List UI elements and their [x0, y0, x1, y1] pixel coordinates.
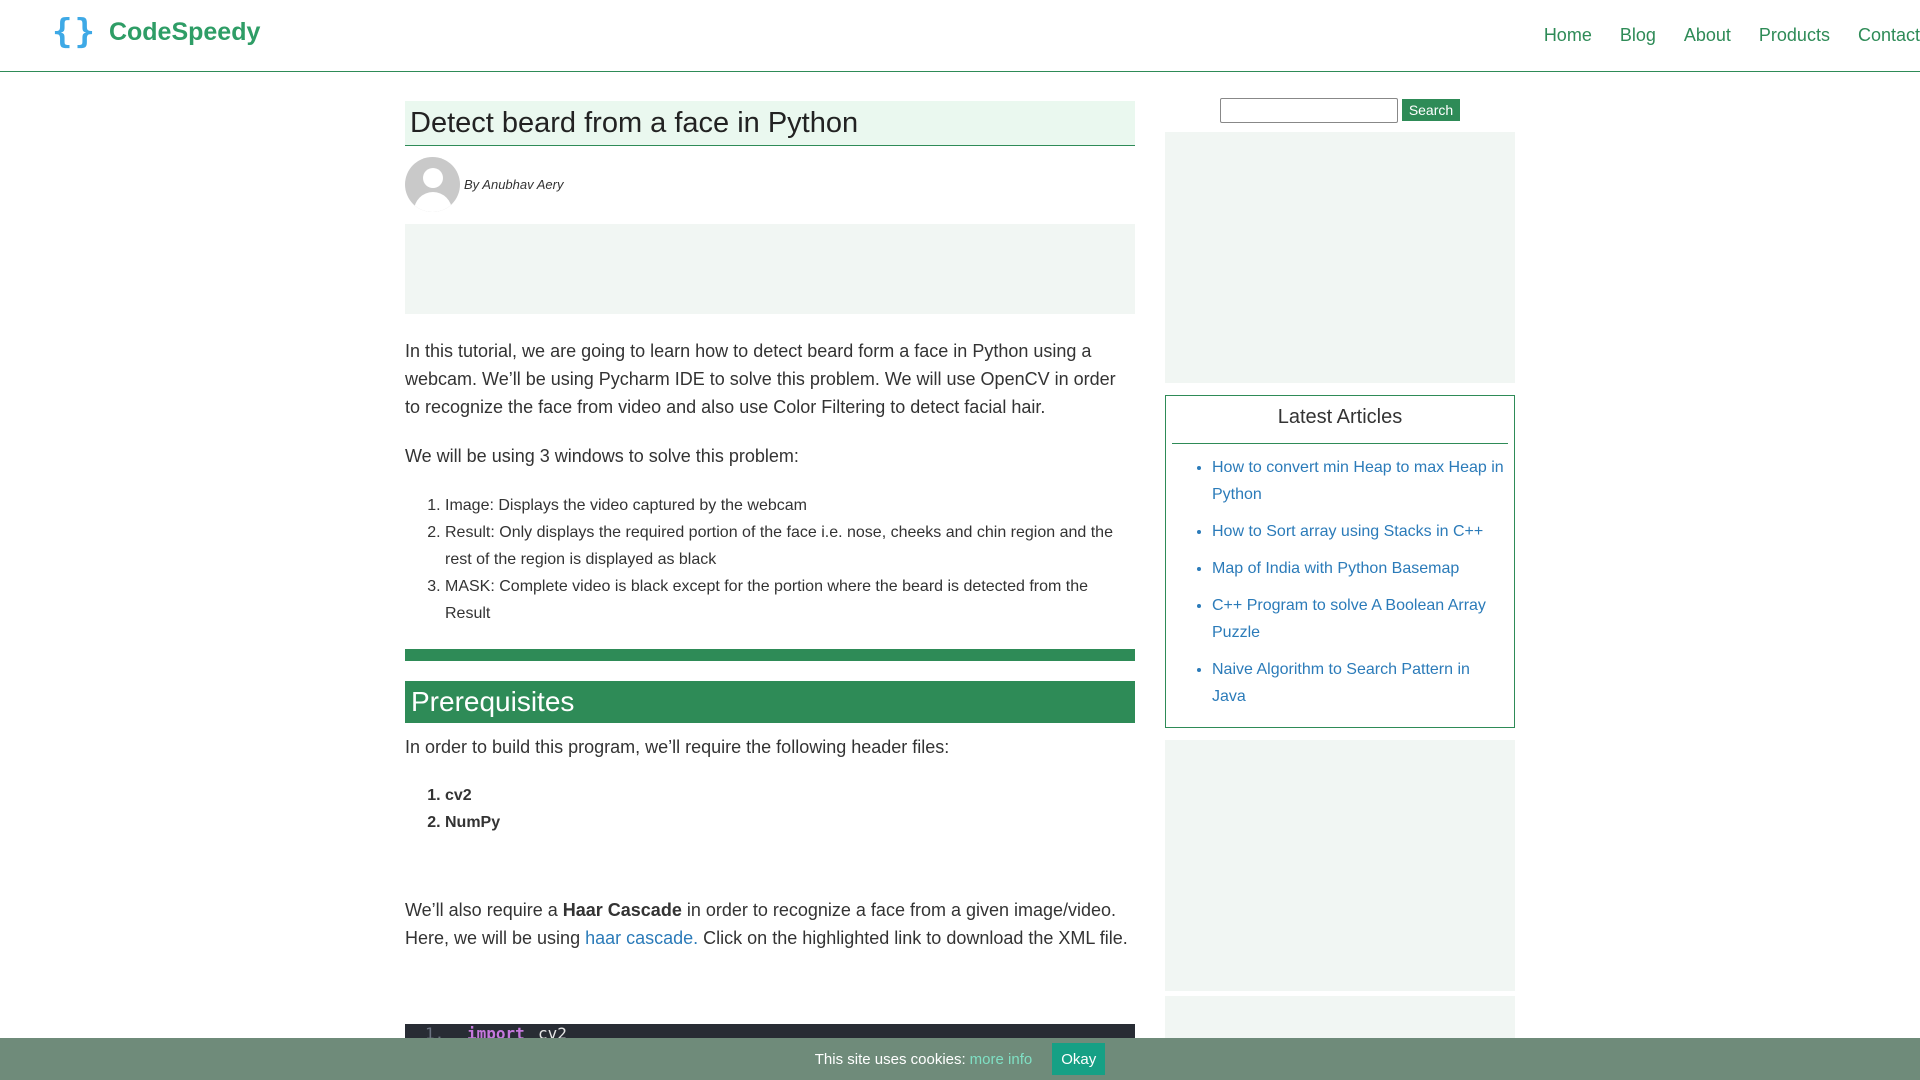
- article-link[interactable]: How to convert min Heap to max Heap in P…: [1212, 459, 1504, 503]
- nav-blog-link[interactable]: Blog: [1620, 25, 1656, 46]
- list-item: Map of India with Python Basemap: [1212, 555, 1508, 582]
- prerequisites-heading: Prerequisites: [405, 681, 1135, 723]
- site-header: {} CodeSpeedy Home Blog About Products C…: [0, 0, 1920, 72]
- haar-text-post: Click on the highlighted link to downloa…: [698, 928, 1128, 948]
- windows-list: Image: Displays the video captured by th…: [405, 492, 1135, 627]
- nav-products-link[interactable]: Products: [1759, 25, 1830, 46]
- nav-home-link[interactable]: Home: [1544, 25, 1592, 46]
- list-item: Result: Only displays the required porti…: [445, 519, 1135, 573]
- article-link[interactable]: Naive Algorithm to Search Pattern in Jav…: [1212, 661, 1470, 705]
- haar-paragraph: We’ll also require a Haar Cascade in ord…: [405, 896, 1135, 952]
- author-byline: By Anubhav Aery: [405, 156, 1135, 212]
- avatar-body-shape: [413, 191, 452, 212]
- haar-bold-text: Haar Cascade: [562, 900, 682, 920]
- avatar-head-shape: [422, 167, 443, 188]
- nav-about-link[interactable]: About: [1684, 25, 1731, 46]
- cookie-banner: This site uses cookies: more info Okay: [0, 1038, 1920, 1080]
- search-input[interactable]: [1219, 98, 1398, 123]
- avatar: [405, 156, 460, 212]
- list-item: MASK: Complete video is black except for…: [445, 573, 1135, 627]
- cookie-okay-button[interactable]: Okay: [1052, 1043, 1106, 1075]
- latest-articles-title: Latest Articles: [1172, 396, 1508, 444]
- article: Detect beard from a face in Python By An…: [405, 101, 1135, 1044]
- article-link[interactable]: C++ Program to solve A Boolean Array Puz…: [1212, 597, 1486, 641]
- page-title: Detect beard from a face in Python: [405, 101, 1135, 146]
- list-item: How to Sort array using Stacks in C++: [1212, 518, 1508, 545]
- logo-text: CodeSpeedy: [108, 17, 261, 46]
- intro-paragraph: In this tutorial, we are going to learn …: [405, 341, 1116, 417]
- author-name: By Anubhav Aery: [464, 176, 564, 192]
- site-logo[interactable]: {} CodeSpeedy: [52, 12, 260, 52]
- haar-text-pre: We’ll also require a: [405, 900, 563, 920]
- section-divider: [405, 649, 1135, 661]
- ad-sidebar-1: [1165, 132, 1515, 383]
- list-item: Naive Algorithm to Search Pattern in Jav…: [1212, 656, 1508, 710]
- search-form: Search: [1165, 98, 1515, 124]
- haar-cascade-link[interactable]: haar cascade.: [585, 928, 698, 948]
- headers-list: cv2 NumPy: [405, 782, 1135, 836]
- latest-articles-list: How to convert min Heap to max Heap in P…: [1172, 454, 1508, 710]
- list-item: How to convert min Heap to max Heap in P…: [1212, 454, 1508, 508]
- ad-banner-top: [405, 224, 1135, 314]
- nav-contact-link[interactable]: Contact: [1858, 25, 1920, 46]
- cookie-more-info-link[interactable]: more info: [970, 1051, 1033, 1068]
- braces-logo-icon: {}: [52, 12, 97, 52]
- ad-sidebar-2: [1165, 740, 1515, 991]
- windows-intro-paragraph: We will be using 3 windows to solve this…: [405, 446, 799, 466]
- article-link[interactable]: How to Sort array using Stacks in C++: [1212, 523, 1483, 540]
- list-item: Image: Displays the video captured by th…: [445, 492, 1135, 519]
- cookie-text: This site uses cookies:: [814, 1050, 966, 1068]
- list-item: NumPy: [445, 809, 1135, 836]
- prereq-paragraph: In order to build this program, we’ll re…: [405, 737, 950, 757]
- sidebar: Search Latest Articles How to convert mi…: [1165, 98, 1515, 1056]
- list-item: cv2: [445, 782, 1135, 809]
- list-item: C++ Program to solve A Boolean Array Puz…: [1212, 592, 1508, 646]
- search-button[interactable]: Search: [1401, 99, 1461, 121]
- article-link[interactable]: Map of India with Python Basemap: [1212, 560, 1459, 577]
- main-nav: Home Blog About Products Contact: [1544, 25, 1920, 46]
- latest-articles-widget: Latest Articles How to convert min Heap …: [1165, 395, 1515, 728]
